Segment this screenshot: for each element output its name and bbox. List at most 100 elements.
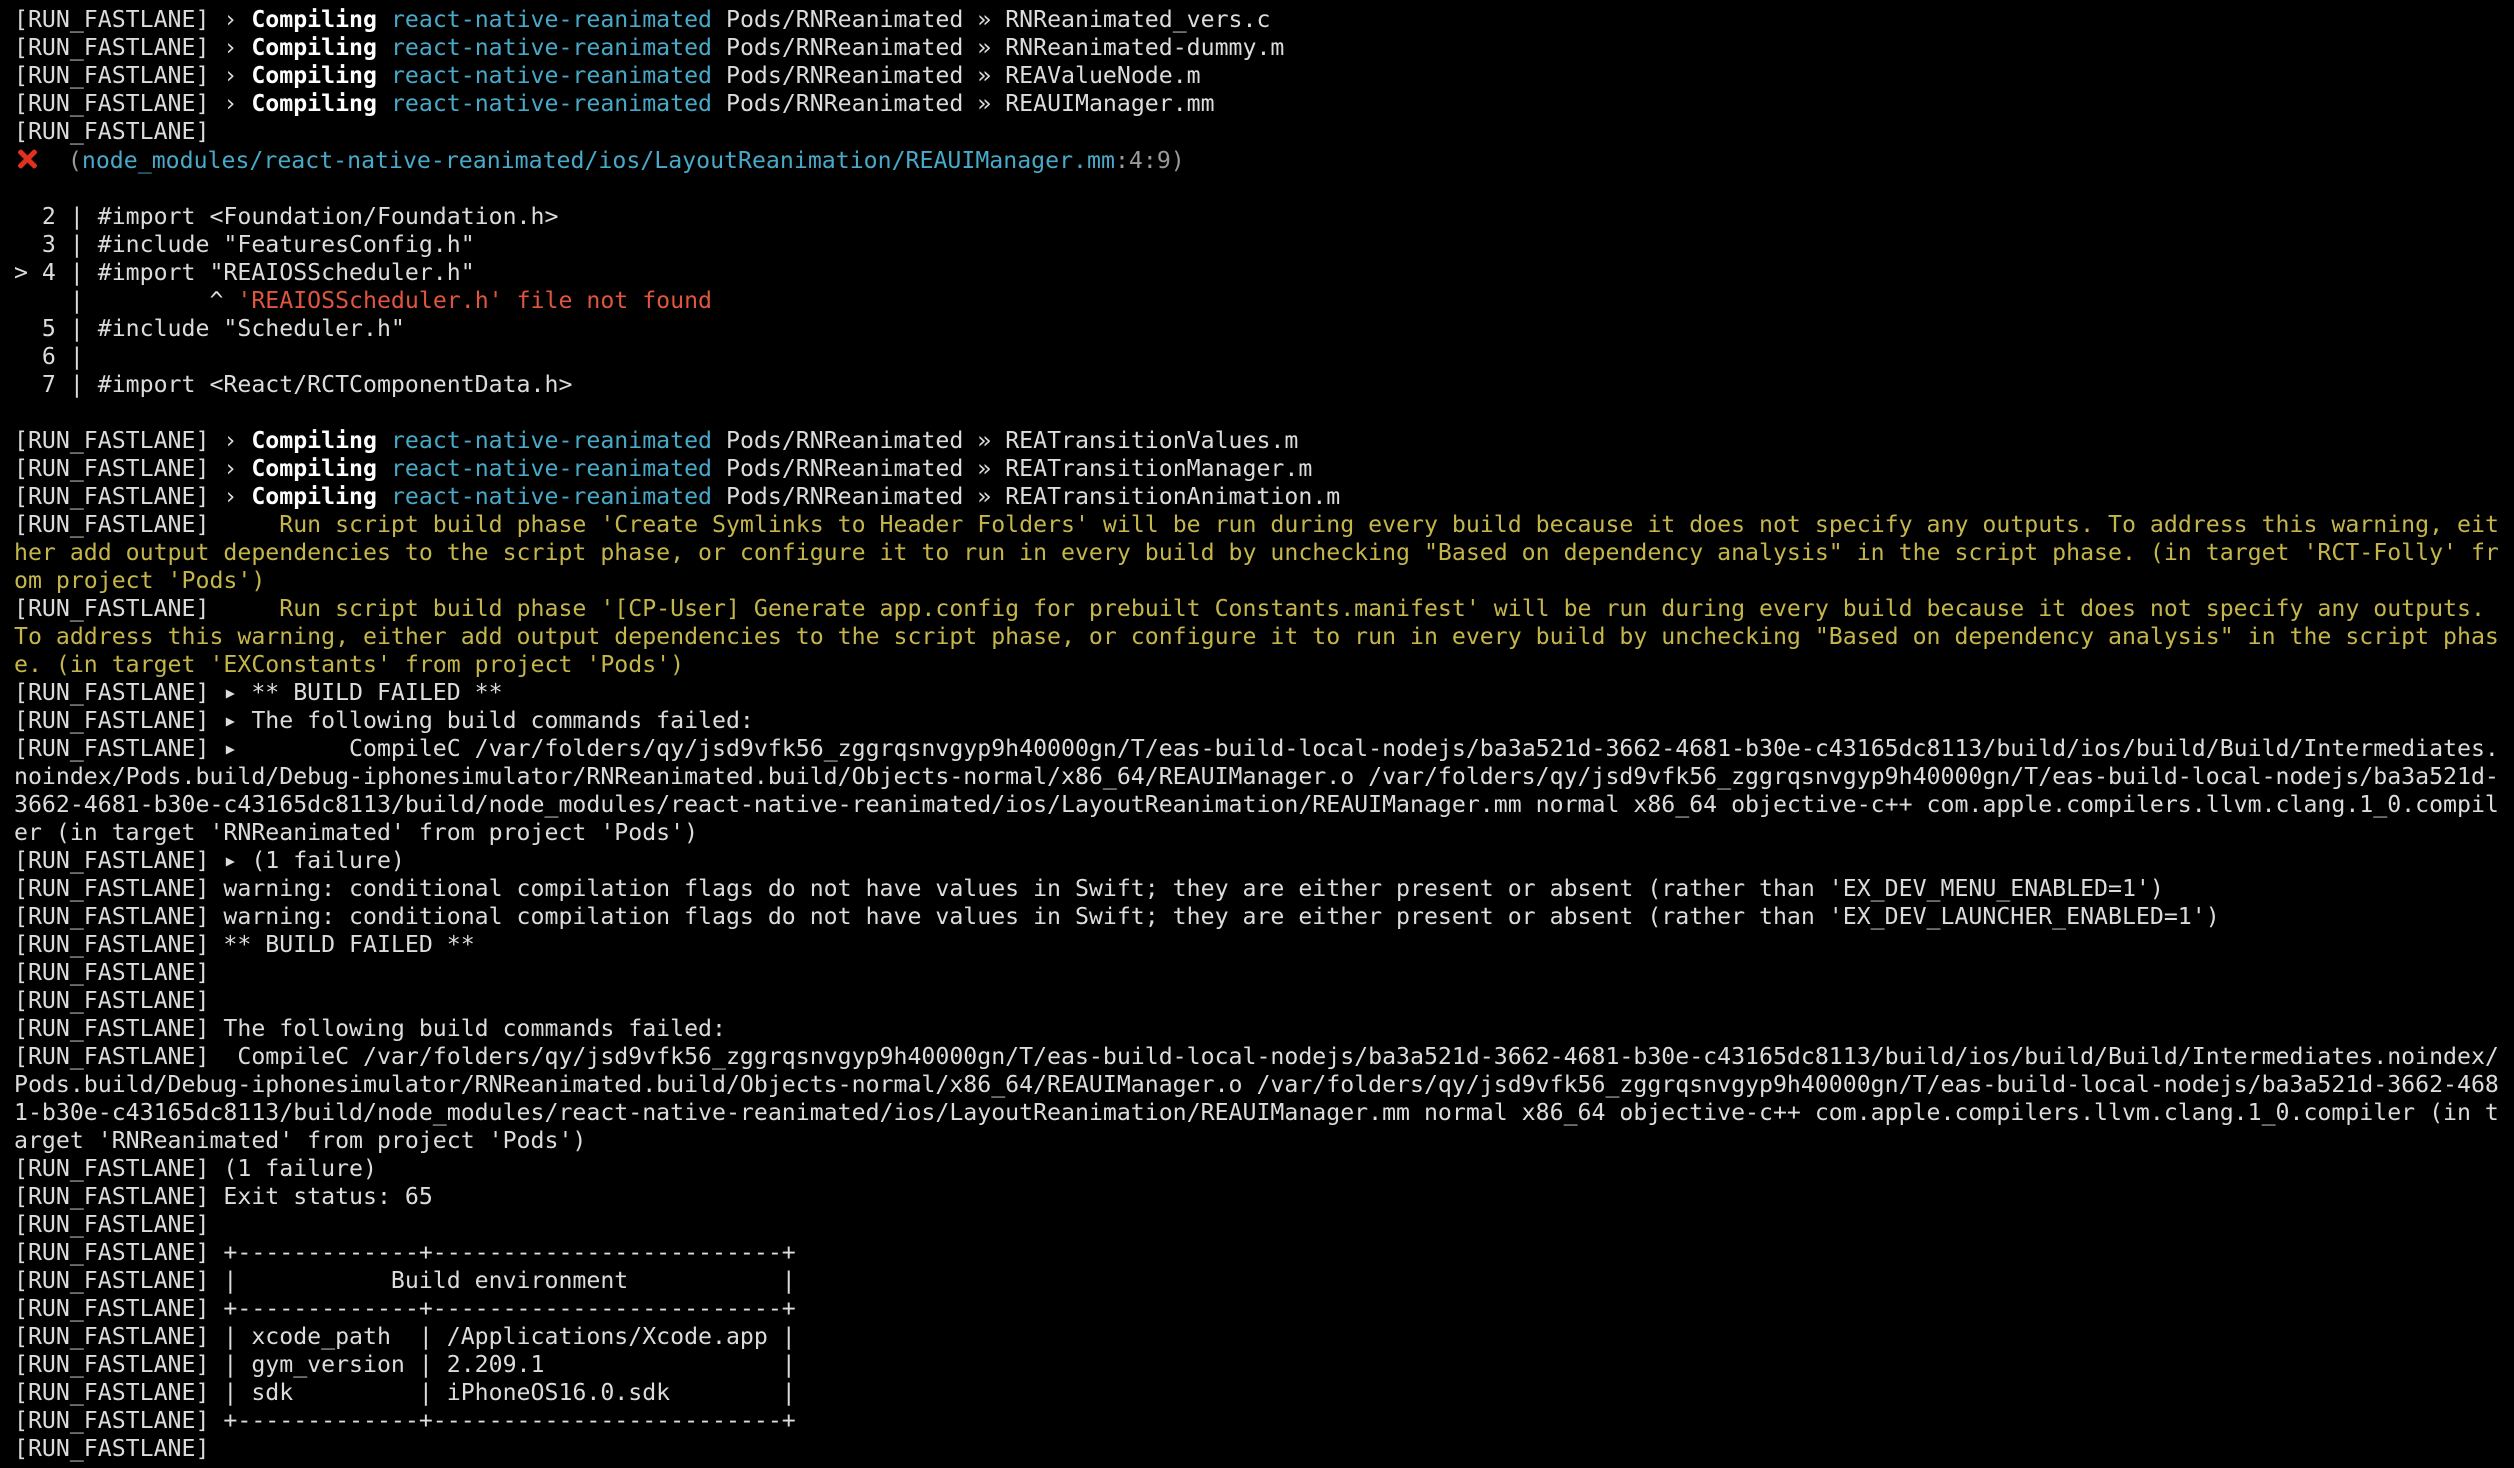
terminal-text: [RUN_FASTLANE] | Build environment | bbox=[14, 1267, 796, 1294]
terminal-line: [RUN_FASTLANE] The following build comma… bbox=[14, 1015, 2500, 1043]
terminal-text: ( bbox=[40, 147, 82, 174]
terminal-text: Pods/RNReanimated » REATransitionAnimati… bbox=[712, 483, 1341, 510]
terminal-text: Pods/RNReanimated » REAValueNode.m bbox=[712, 62, 1201, 89]
terminal-text: [RUN_FASTLANE] ▸ (1 failure) bbox=[14, 847, 405, 874]
terminal-text: react-native-reanimated bbox=[390, 483, 713, 510]
terminal-text: Pods/RNReanimated » RNReanimated-dummy.m bbox=[712, 34, 1285, 61]
terminal-text: Pods/RNReanimated » REATransitionManager… bbox=[712, 455, 1313, 482]
terminal-text: Run script build phase 'Create Symlinks … bbox=[14, 511, 2499, 594]
terminal-text: Compiling bbox=[251, 6, 377, 33]
terminal-text: [RUN_FASTLANE] › bbox=[14, 90, 252, 117]
terminal-line: [RUN_FASTLANE] ▸ The following build com… bbox=[14, 707, 2500, 735]
terminal-line: 2 | #import <Foundation/Foundation.h> bbox=[14, 203, 2500, 231]
terminal-line: (node_modules/react-native-reanimated/io… bbox=[14, 146, 2500, 175]
terminal-text: [RUN_FASTLANE] › bbox=[14, 34, 252, 61]
terminal-text: Compiling bbox=[251, 62, 377, 89]
terminal-text: react-native-reanimated bbox=[390, 6, 713, 33]
terminal-line: [RUN_FASTLANE] bbox=[14, 987, 2500, 1015]
terminal-text: [RUN_FASTLANE] › bbox=[14, 455, 252, 482]
terminal-line: 6 | bbox=[14, 343, 2500, 371]
terminal-line: [RUN_FASTLANE] › Compiling react-native-… bbox=[14, 62, 2500, 90]
terminal-line: [RUN_FASTLANE] warning: conditional comp… bbox=[14, 903, 2500, 931]
terminal-text: 3 | #include "FeaturesConfig.h" bbox=[14, 231, 475, 258]
terminal-text: Pods/RNReanimated » RNReanimated_vers.c bbox=[712, 6, 1271, 33]
terminal-line: 3 | #include "FeaturesConfig.h" bbox=[14, 231, 2500, 259]
terminal-text: 6 | bbox=[14, 343, 84, 370]
terminal-text: Compiling bbox=[251, 90, 377, 117]
terminal-text: react-native-reanimated bbox=[390, 427, 713, 454]
terminal-text: Compiling bbox=[251, 483, 377, 510]
terminal-window[interactable]: [RUN_FASTLANE] › Compiling react-native-… bbox=[0, 0, 2514, 1468]
terminal-text: [RUN_FASTLANE] ** BUILD FAILED ** bbox=[14, 931, 475, 958]
terminal-text: [RUN_FASTLANE] bbox=[14, 118, 210, 145]
terminal-text: [RUN_FASTLANE] | sdk | iPhoneOS16.0.sdk … bbox=[14, 1379, 796, 1406]
terminal-line: [RUN_FASTLANE] bbox=[14, 959, 2500, 987]
terminal-text: [RUN_FASTLANE] ▸ ** BUILD FAILED ** bbox=[14, 679, 503, 706]
terminal-line: [RUN_FASTLANE] +-------------+----------… bbox=[14, 1239, 2500, 1267]
terminal-line: [RUN_FASTLANE] bbox=[14, 118, 2500, 146]
terminal-text: react-native-reanimated bbox=[390, 34, 713, 61]
terminal-text: [RUN_FASTLANE] warning: conditional comp… bbox=[14, 903, 2220, 930]
terminal-text: 'REAIOSScheduler.h' file not found bbox=[237, 287, 713, 314]
terminal-line: [RUN_FASTLANE] | xcode_path | /Applicati… bbox=[14, 1323, 2500, 1351]
terminal-line: [RUN_FASTLANE] +-------------+----------… bbox=[14, 1295, 2500, 1323]
terminal-line: [RUN_FASTLANE] › Compiling react-native-… bbox=[14, 90, 2500, 118]
terminal-text: | ^ bbox=[14, 287, 238, 314]
terminal-text: [RUN_FASTLANE] +-------------+----------… bbox=[14, 1407, 796, 1434]
terminal-text: [RUN_FASTLANE] Exit status: 65 bbox=[14, 1183, 433, 1210]
terminal-text: [RUN_FASTLANE] ▸ CompileC /var/folders/q… bbox=[14, 735, 2499, 846]
terminal-text: react-native-reanimated bbox=[390, 90, 713, 117]
terminal-text: [RUN_FASTLANE] | xcode_path | /Applicati… bbox=[14, 1323, 796, 1350]
terminal-text: [RUN_FASTLANE] › bbox=[14, 483, 252, 510]
terminal-line: [RUN_FASTLANE] ▸ CompileC /var/folders/q… bbox=[14, 735, 2500, 847]
terminal-text: [RUN_FASTLANE] | gym_version | 2.209.1 | bbox=[14, 1351, 796, 1378]
terminal-text: Pods/RNReanimated » REATransitionValues.… bbox=[712, 427, 1299, 454]
terminal-line: [RUN_FASTLANE] Exit status: 65 bbox=[14, 1183, 2500, 1211]
terminal-text: > 4 | #import "REAIOSScheduler.h" bbox=[14, 259, 475, 286]
terminal-line: [RUN_FASTLANE] | sdk | iPhoneOS16.0.sdk … bbox=[14, 1379, 2500, 1407]
terminal-text: [RUN_FASTLANE] bbox=[14, 987, 210, 1014]
terminal-line: [RUN_FASTLANE] | Build environment | bbox=[14, 1267, 2500, 1295]
terminal-text: [RUN_FASTLANE] +-------------+----------… bbox=[14, 1239, 796, 1266]
terminal-text: [RUN_FASTLANE] bbox=[14, 595, 280, 622]
terminal-line: [RUN_FASTLANE] ** BUILD FAILED ** bbox=[14, 931, 2500, 959]
terminal-text: react-native-reanimated bbox=[390, 455, 713, 482]
terminal-text: [RUN_FASTLANE] bbox=[14, 511, 280, 538]
terminal-line: [RUN_FASTLANE] warning: conditional comp… bbox=[14, 875, 2500, 903]
terminal-text: :4:9) bbox=[1114, 147, 1185, 174]
terminal-line: [RUN_FASTLANE] › Compiling react-native-… bbox=[14, 427, 2500, 455]
terminal-line: 5 | #include "Scheduler.h" bbox=[14, 315, 2500, 343]
terminal-text: node_modules/react-native-reanimated/ios… bbox=[81, 147, 1115, 174]
terminal-text: [RUN_FASTLANE] › bbox=[14, 62, 252, 89]
terminal-line: [RUN_FASTLANE] ▸ ** BUILD FAILED ** bbox=[14, 679, 2500, 707]
terminal-text: 5 | #include "Scheduler.h" bbox=[14, 315, 405, 342]
terminal-text: react-native-reanimated bbox=[390, 62, 713, 89]
terminal-line: [RUN_FASTLANE] › Compiling react-native-… bbox=[14, 455, 2500, 483]
terminal-text: [RUN_FASTLANE] The following build comma… bbox=[14, 1015, 726, 1042]
terminal-text: Compiling bbox=[251, 455, 377, 482]
terminal-text: Pods/RNReanimated » REAUIManager.mm bbox=[712, 90, 1215, 117]
terminal-text: [RUN_FASTLANE] warning: conditional comp… bbox=[14, 875, 2164, 902]
terminal-output: [RUN_FASTLANE] › Compiling react-native-… bbox=[14, 6, 2500, 1463]
terminal-line: [RUN_FASTLANE] CompileC /var/folders/qy/… bbox=[14, 1043, 2500, 1155]
terminal-line: 7 | #import <React/RCTComponentData.h> bbox=[14, 371, 2500, 399]
terminal-text: [RUN_FASTLANE] bbox=[14, 1435, 210, 1462]
terminal-text: [RUN_FASTLANE] CompileC /var/folders/qy/… bbox=[14, 1043, 2499, 1154]
terminal-line: [RUN_FASTLANE] › Compiling react-native-… bbox=[14, 34, 2500, 62]
terminal-text: [RUN_FASTLANE] bbox=[14, 959, 210, 986]
terminal-text: [RUN_FASTLANE] › bbox=[14, 427, 252, 454]
terminal-text: 7 | #import <React/RCTComponentData.h> bbox=[14, 371, 573, 398]
terminal-line: [RUN_FASTLANE] ▸ (1 failure) bbox=[14, 847, 2500, 875]
terminal-line: [RUN_FASTLANE] | gym_version | 2.209.1 | bbox=[14, 1351, 2500, 1379]
terminal-text: Compiling bbox=[251, 34, 377, 61]
terminal-line: [RUN_FASTLANE] › Compiling react-native-… bbox=[14, 483, 2500, 511]
terminal-text: Run script build phase '[CP-User] Genera… bbox=[14, 595, 2499, 678]
